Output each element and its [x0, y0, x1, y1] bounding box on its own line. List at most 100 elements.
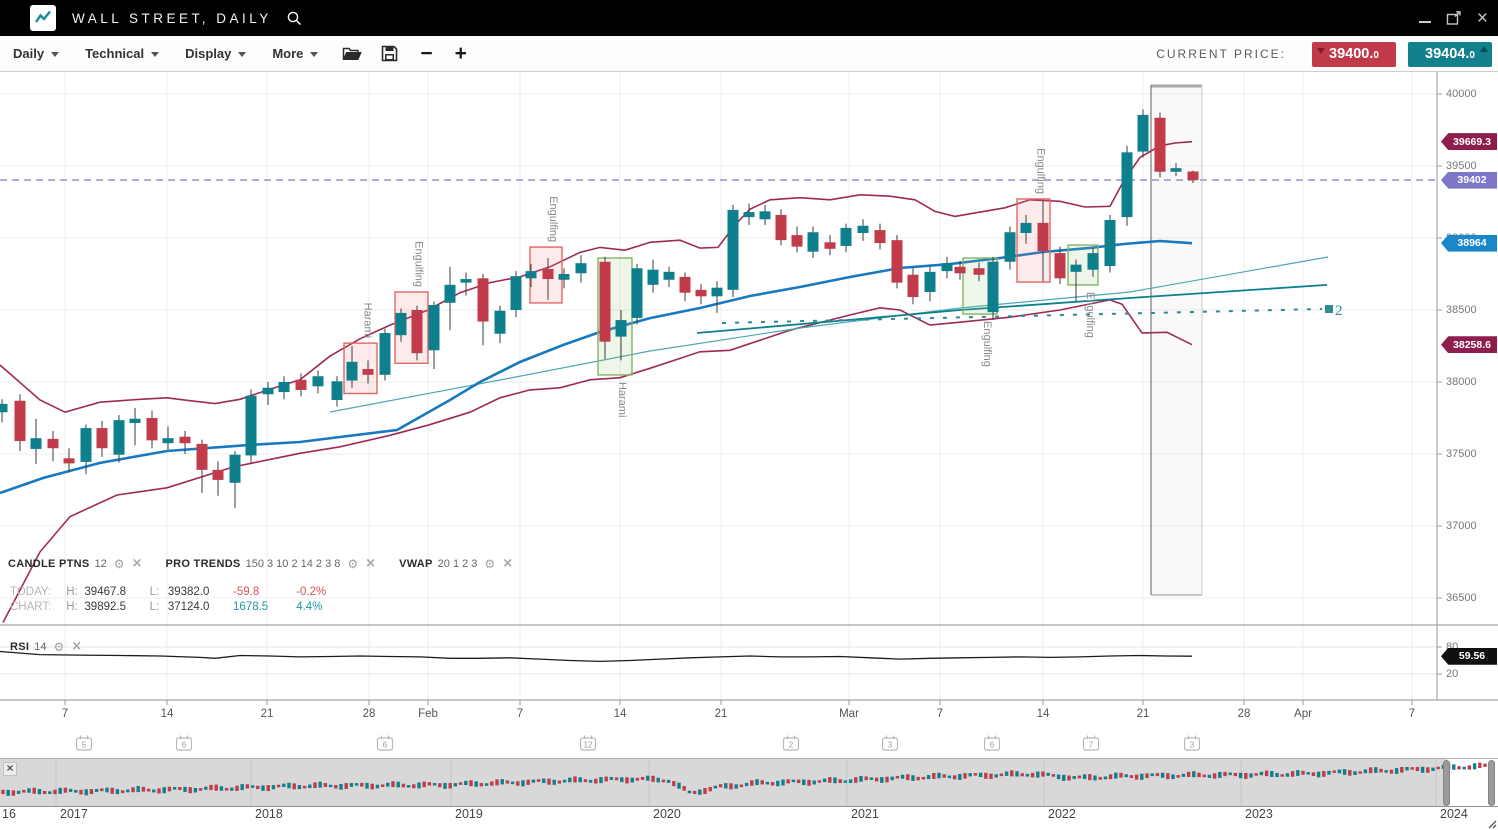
x-axis-tick-label: 14	[145, 708, 189, 720]
x-axis-tick-label: 14	[1021, 708, 1065, 720]
save-icon[interactable]	[381, 45, 398, 62]
chevron-down-icon	[310, 52, 318, 57]
instrument-title: WALL STREET, DAILY	[72, 11, 272, 26]
indicator-candle-patterns: CANDLE PTNS 12 ⚙ ×	[8, 556, 142, 571]
svg-text:Engulfing: Engulfing	[1084, 292, 1096, 338]
zoom-out-button[interactable]: −	[420, 44, 432, 64]
svg-text:Harami: Harami	[362, 303, 374, 338]
svg-text:2: 2	[1335, 303, 1343, 319]
chevron-down-icon	[238, 52, 246, 57]
close-icon[interactable]: ×	[132, 556, 143, 571]
svg-text:7: 7	[1089, 741, 1094, 750]
svg-text:5: 5	[82, 741, 87, 750]
x-axis-tick-label: 21	[699, 708, 743, 720]
arrow-up-icon	[1480, 46, 1488, 52]
menu-display[interactable]: Display	[185, 46, 246, 61]
price-badge: 38258.6	[1441, 336, 1497, 353]
current-price-group: CURRENT PRICE: 39400.0 39404.0	[1156, 36, 1492, 72]
minimize-button[interactable]	[1419, 13, 1431, 23]
menu-technical[interactable]: Technical	[85, 46, 159, 61]
sell-price-button[interactable]: 39400.0	[1312, 42, 1396, 67]
svg-text:Engulfing: Engulfing	[547, 196, 559, 242]
trading-platform-window: WALL STREET, DAILY × Daily Technical	[0, 0, 1498, 830]
rsi-axis-tick-label: 20	[1446, 668, 1458, 680]
price-badge: 39669.3	[1441, 133, 1497, 150]
svg-text:Engulfing: Engulfing	[413, 241, 425, 287]
indicator-pro-trends: PRO TRENDS 150 3 10 2 14 2 3 8 ⚙ ×	[165, 556, 376, 571]
svg-text:Engulfing: Engulfing	[1035, 148, 1047, 194]
y-axis-tick-label: 40000	[1446, 88, 1477, 100]
x-axis-tick-label: 7	[43, 708, 87, 720]
x-axis-tick-label: 14	[598, 708, 642, 720]
close-window-icon[interactable]: ×	[1477, 9, 1488, 28]
today-stats-row: TODAY: H: 39467.8 L: 39382.0 -59.8 -0.2%	[10, 585, 356, 600]
gear-icon[interactable]: ⚙	[484, 557, 495, 571]
svg-text:3: 3	[888, 741, 893, 750]
price-chart[interactable]: 2 Harami Engulfing Engulfing Engulfing Harami…	[0, 72, 1498, 758]
x-axis-tick-label: 7	[918, 708, 962, 720]
navigator-right-handle[interactable]	[1488, 760, 1495, 806]
navigator-close-icon[interactable]: ×	[3, 762, 17, 776]
y-axis-tick-label: 38500	[1446, 304, 1477, 316]
navigator-year-label: 2023	[1245, 807, 1273, 821]
x-axis-tick-label: 7	[1390, 708, 1434, 720]
chart-toolbar: Daily Technical Display More − + CURRE	[0, 36, 1498, 72]
menu-more[interactable]: More	[272, 46, 318, 61]
chart-app-logo-icon	[30, 5, 56, 31]
navigator-year-label: 16	[2, 807, 16, 821]
navigator-year-label: 2017	[60, 807, 88, 821]
navigator-year-label: 2021	[851, 807, 879, 821]
navigator-year-label: 2019	[455, 807, 483, 821]
rsi-value-badge: 59.56	[1441, 648, 1497, 665]
resize-grip[interactable]	[1485, 817, 1497, 829]
svg-text:6: 6	[383, 741, 388, 750]
search-icon[interactable]	[286, 10, 303, 27]
x-axis-tick-label: Mar	[827, 708, 871, 720]
svg-text:3: 3	[1190, 741, 1195, 750]
chart-stats-row: CHART: H: 39892.5 L: 37124.0 1678.5 4.4%	[10, 600, 356, 615]
popout-button[interactable]	[1446, 11, 1462, 26]
open-folder-icon[interactable]	[342, 45, 362, 62]
gear-icon[interactable]: ⚙	[114, 557, 125, 571]
x-axis-tick-label: Feb	[406, 708, 450, 720]
price-badge: 38964	[1441, 235, 1497, 252]
y-axis-tick-label: 37500	[1446, 448, 1477, 460]
chevron-down-icon	[51, 52, 59, 57]
close-icon[interactable]: ×	[502, 556, 513, 571]
svg-text:2: 2	[789, 741, 794, 750]
navigator-year-label: 2020	[653, 807, 681, 821]
navigator-left-handle[interactable]	[1443, 760, 1450, 806]
timeline-navigator: × 1620172018201920202021202220232024	[0, 758, 1498, 830]
chevron-down-icon	[151, 52, 159, 57]
navigator-chart[interactable]	[0, 759, 1498, 807]
x-axis-tick-label: 21	[245, 708, 289, 720]
y-axis-tick-label: 38000	[1446, 376, 1477, 388]
indicator-legend: CANDLE PTNS 12 ⚙ × PRO TRENDS 150 3 10 2…	[8, 556, 536, 571]
x-axis-tick-label: 28	[1222, 708, 1266, 720]
buy-price-button[interactable]: 39404.0	[1408, 42, 1492, 67]
price-badge: 39402	[1441, 172, 1497, 189]
x-axis-tick-label: Apr	[1281, 708, 1325, 720]
close-icon[interactable]: ×	[71, 639, 82, 654]
rsi-indicator-label: RSI 14 ⚙ ×	[10, 639, 82, 654]
svg-text:12: 12	[584, 741, 593, 750]
navigator-year-label: 2022	[1048, 807, 1076, 821]
close-icon[interactable]: ×	[365, 556, 376, 571]
arrow-down-icon	[1317, 48, 1325, 54]
current-price-label: CURRENT PRICE:	[1156, 47, 1286, 61]
svg-text:6: 6	[182, 741, 187, 750]
y-axis-tick-label: 36500	[1446, 592, 1477, 604]
y-axis-tick-label: 37000	[1446, 520, 1477, 532]
gear-icon[interactable]: ⚙	[347, 557, 358, 571]
titlebar: WALL STREET, DAILY ×	[0, 0, 1498, 36]
window-controls: ×	[1419, 0, 1488, 36]
chart-region: 2 Harami Engulfing Engulfing Engulfing Harami…	[0, 72, 1498, 758]
svg-text:Harami: Harami	[616, 382, 628, 417]
svg-text:6: 6	[990, 741, 995, 750]
menu-timeframe[interactable]: Daily	[13, 46, 59, 61]
x-axis-tick-label: 7	[498, 708, 542, 720]
gear-icon[interactable]: ⚙	[54, 640, 65, 654]
indicator-vwap: VWAP 20 1 2 3 ⚙ ×	[399, 556, 513, 571]
session-stats: TODAY: H: 39467.8 L: 39382.0 -59.8 -0.2%…	[10, 585, 356, 614]
zoom-in-button[interactable]: +	[455, 44, 467, 64]
